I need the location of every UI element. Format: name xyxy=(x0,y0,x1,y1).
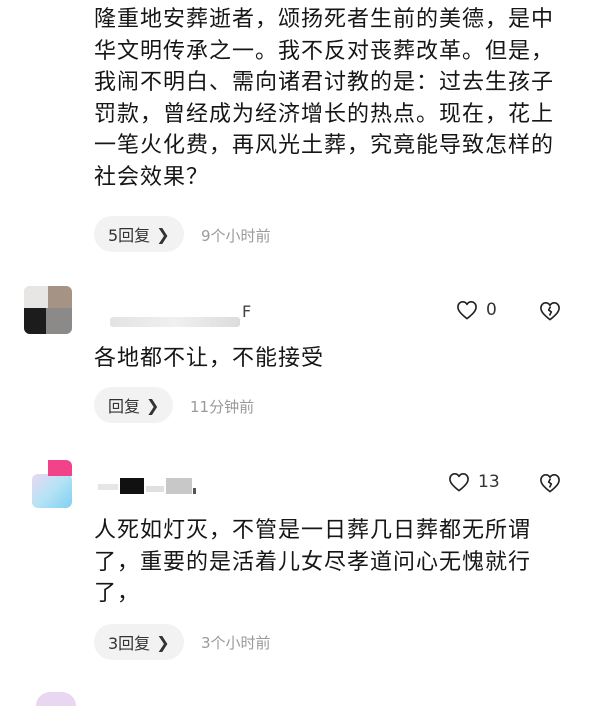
comment-line: 一笔火化费，再风光土葬，究竟能导致怎样的 xyxy=(94,133,555,158)
comment-top-text: 隆重地安葬逝者，颂扬死者生前的美德，是中 华文明传承之一。我不反对丧葬改革。但是… xyxy=(94,4,574,193)
comment-line: 了，重要的是活着儿女尽孝道问心无愧就行 xyxy=(94,549,532,575)
like-button[interactable]: 0 xyxy=(456,300,497,320)
dislike-button[interactable] xyxy=(539,473,561,497)
username-fragment: F xyxy=(242,302,252,321)
comment-time: 11分钟前 xyxy=(190,398,255,416)
chevron-right-icon: ❯ xyxy=(156,224,170,244)
replies-label: 5回复 xyxy=(108,226,151,245)
comment-line: 了， xyxy=(94,581,141,606)
avatar[interactable] xyxy=(24,460,72,508)
like-button[interactable]: 13 xyxy=(448,472,500,492)
reply-label: 回复 xyxy=(108,397,141,416)
like-count: 13 xyxy=(478,472,500,492)
like-count: 0 xyxy=(486,300,497,320)
comment-text: 各地都不让，不能接受 xyxy=(94,346,325,371)
avatar[interactable] xyxy=(36,692,76,706)
comment-time: 3个小时前 xyxy=(201,634,271,652)
replies-button[interactable]: 3回复 ❯ xyxy=(94,624,184,660)
username-blurred[interactable]: F xyxy=(110,302,251,331)
heart-outline-icon xyxy=(457,301,477,320)
replies-label: 3回复 xyxy=(108,634,151,653)
replies-button[interactable]: 5回复 ❯ xyxy=(94,216,184,252)
comment-text: 人死如灯灭，不管是一日葬几日葬都无所谓 了，重要的是活着儿女尽孝道问心无愧就行 … xyxy=(94,515,574,610)
chevron-right-icon: ❯ xyxy=(156,632,170,652)
comment-time: 9个小时前 xyxy=(201,227,271,245)
dislike-button[interactable] xyxy=(539,301,561,325)
comment-line: 华文明传承之一。我不反对丧葬改革。但是， xyxy=(94,38,555,64)
comment-line: 罚款，曾经成为经济增长的热点。现在，花上 xyxy=(94,101,555,127)
comment-line: 社会效果？ xyxy=(94,164,210,190)
chevron-right-icon: ❯ xyxy=(146,395,160,415)
avatar[interactable] xyxy=(24,286,72,334)
heart-outline-icon xyxy=(449,473,469,492)
comment-line: 我闹不明白、需向诸君讨教的是：过去生孩子 xyxy=(94,70,555,95)
broken-heart-icon xyxy=(540,474,560,493)
broken-heart-icon xyxy=(540,302,560,321)
reply-button[interactable]: 回复 ❯ xyxy=(94,387,174,423)
comment-line: 人死如灯灭，不管是一日葬几日葬都无所谓 xyxy=(94,518,532,543)
comment-line: 隆重地安葬逝者，颂扬死者生前的美德，是中 xyxy=(94,7,555,32)
